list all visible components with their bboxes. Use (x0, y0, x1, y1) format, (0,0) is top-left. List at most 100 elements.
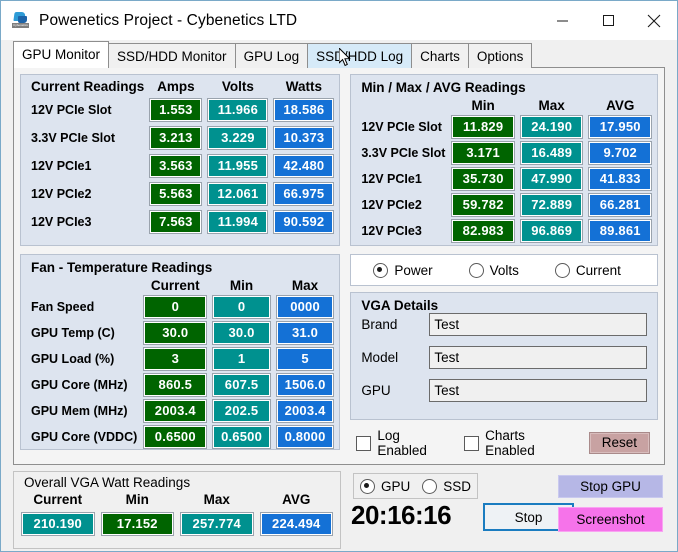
tab-gpu-log[interactable]: GPU Log (234, 43, 309, 68)
radio-volts[interactable]: Volts (468, 262, 519, 278)
row-label: GPU Temp (C) (31, 326, 115, 340)
amps-value: 1.553 (150, 99, 202, 121)
radio-ssd[interactable]: SSD (422, 478, 471, 494)
tab-gpu-monitor[interactable]: GPU Monitor (13, 41, 110, 68)
row-label: 12V PCIe Slot (31, 103, 112, 117)
minimize-button[interactable] (539, 1, 585, 40)
volts-value: 11.966 (208, 99, 268, 121)
table-row: 12V PCIe Slot 1.553 11.966 18.586 (26, 98, 334, 122)
col-current: Current (150, 278, 200, 293)
radio-power[interactable]: Power (373, 262, 433, 278)
mode-radio-group: Power Volts Current (350, 254, 658, 286)
row-label: GPU Core (VDDC) (31, 430, 138, 444)
max-value: 72.889 (520, 194, 583, 216)
amps-value: 5.563 (150, 183, 202, 205)
checkbox-charts-enabled[interactable]: Charts Enabled (464, 428, 575, 458)
table-row: 12V PCIe2 59.782 72.889 66.281 (356, 193, 652, 217)
table-row: 12V PCIe3 82.983 96.869 89.861 (356, 219, 652, 243)
volts-value: 11.955 (208, 155, 268, 177)
current-value: 860.5 (144, 374, 207, 396)
vga-field-model: Model Test (361, 346, 647, 369)
current-readings-title: Current Readings (31, 79, 145, 94)
maximize-button[interactable] (585, 1, 631, 40)
tab-ssd-hdd-log[interactable]: SSD/HDD Log (307, 43, 413, 68)
col-min: Min (471, 98, 495, 113)
overall-current-value: 210.190 (22, 513, 94, 535)
row-label: 3.3V PCIe Slot (361, 146, 446, 160)
minmaxavg-title: Min / Max / AVG Readings (361, 80, 526, 95)
max-value: 31.0 (276, 322, 334, 344)
tab-ssd-hdd-monitor[interactable]: SSD/HDD Monitor (108, 43, 236, 68)
model-label: Model (361, 350, 399, 365)
options-row: Log Enabled Charts Enabled Reset (350, 428, 658, 458)
col-watts: Watts (285, 79, 322, 94)
panel-fan-temperature-readings: Fan - Temperature Readings Current Min M… (20, 254, 341, 451)
col-avg: AVG (606, 98, 635, 113)
row-label: 12V PCIe1 (31, 159, 92, 173)
fan-temp-table: Current Min Max Fan Speed 0 0 0000 GPU T… (21, 276, 339, 451)
avg-value: 9.702 (589, 142, 651, 164)
volts-value: 12.061 (208, 183, 268, 205)
window-title: Powenetics Project - Cybenetics LTD (39, 11, 298, 29)
radio-current-label: Current (575, 262, 621, 278)
radio-dot-icon (422, 478, 438, 494)
table-row: 12V PCIe1 3.563 11.955 42.480 (26, 154, 334, 178)
current-value: 3 (144, 348, 207, 370)
tab-options[interactable]: Options (467, 43, 533, 68)
max-value: 5 (276, 348, 334, 370)
radio-current[interactable]: Current (554, 262, 621, 278)
radio-gpu[interactable]: GPU (360, 478, 410, 494)
gpu-input[interactable]: Test (429, 379, 647, 402)
overall-min-cell: Min 17.152 (101, 492, 173, 535)
panel-overall-vga-watts: Overall VGA Watt Readings Current 210.19… (13, 471, 341, 549)
radio-dot-icon (468, 262, 484, 278)
row-label: 12V PCIe3 (31, 215, 92, 229)
brand-label: Brand (361, 317, 398, 332)
radio-dot-icon (360, 478, 375, 494)
current-value: 30.0 (144, 322, 207, 344)
close-button[interactable] (631, 1, 677, 40)
min-value: 11.829 (452, 116, 514, 138)
model-input[interactable]: Test (429, 346, 647, 369)
table-row: Fan Speed 0 0 0000 (26, 295, 334, 319)
min-value: 0 (213, 296, 270, 318)
screenshot-button[interactable]: Screenshot (558, 507, 663, 532)
row-label: 3.3V PCIe Slot (31, 131, 116, 145)
table-row: 12V PCIe3 7.563 11.994 90.592 (26, 210, 334, 234)
watts-value: 66.975 (274, 183, 334, 205)
tab-page-gpu-monitor: Current Readings Amps Volts Watts 12V PC… (13, 68, 665, 465)
max-value: 2003.4 (276, 400, 334, 422)
vga-details-title: VGA Details (361, 298, 439, 313)
col-max: Max (538, 98, 565, 113)
current-value: 0 (144, 296, 207, 318)
tab-charts[interactable]: Charts (411, 43, 469, 68)
table-row: GPU Mem (MHz) 2003.4 202.5 2003.4 (26, 399, 334, 423)
volts-value: 3.229 (208, 127, 268, 149)
col-volts: Volts (221, 79, 254, 94)
reset-button[interactable]: Reset (588, 432, 650, 454)
col-max: Max (291, 278, 319, 293)
col-min: Min (229, 278, 254, 293)
min-value: 35.730 (452, 168, 514, 190)
table-row: 12V PCIe Slot 11.829 24.190 17.950 (356, 115, 652, 139)
tab-strip: GPU Monitor SSD/HDD Monitor GPU Log SSD/… (1, 40, 677, 68)
row-label: 12V PCIe3 (361, 224, 422, 238)
table-row: 12V PCIe1 35.730 47.990 41.833 (356, 167, 652, 191)
brand-input[interactable]: Test (429, 313, 647, 336)
min-value: 3.171 (452, 142, 514, 164)
max-value: 16.489 (520, 142, 583, 164)
min-value: 1 (213, 348, 270, 370)
radio-power-label: Power (394, 262, 433, 278)
row-label: GPU Core (MHz) (31, 378, 128, 392)
overall-avg-value: 224.494 (260, 513, 332, 535)
checkbox-icon (356, 435, 372, 451)
checkbox-log-enabled[interactable]: Log Enabled (356, 428, 450, 458)
row-label: 12V PCIe2 (31, 187, 92, 201)
overall-current-cell: Current 210.190 (22, 492, 94, 535)
stop-gpu-button[interactable]: Stop GPU (558, 475, 663, 498)
table-row: GPU Temp (C) 30.0 30.0 31.0 (26, 321, 334, 345)
min-value: 59.782 (452, 194, 514, 216)
radio-volts-label: Volts (489, 262, 519, 278)
overall-avg-cell: AVG 224.494 (260, 492, 332, 535)
title-bar: Cybenetics Powenetics Project - Cybeneti… (1, 1, 677, 40)
